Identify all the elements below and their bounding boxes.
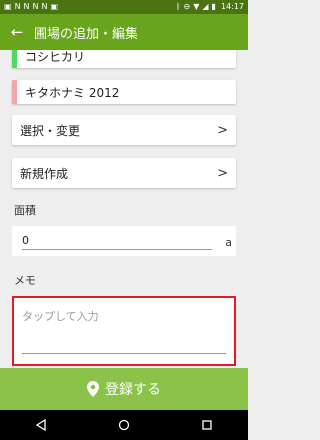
location-pin-icon (87, 381, 99, 397)
notification-icon: ▣ (50, 2, 59, 11)
minus-circle-icon: ⊖ (183, 2, 191, 11)
battery-icon: ▮ (211, 2, 216, 11)
area-unit: a (225, 236, 232, 249)
wifi-icon: ▼ (193, 2, 200, 11)
memo-label: メモ (14, 274, 36, 287)
nav-back-button[interactable] (21, 410, 61, 440)
system-nav-bar (0, 410, 248, 440)
notification-icon: N (32, 2, 39, 11)
notification-icon: N (41, 2, 48, 11)
crop-color-swatch (12, 50, 17, 68)
chevron-right-icon: > (217, 165, 228, 181)
circle-home-icon (118, 419, 130, 431)
nav-home-button[interactable] (104, 410, 144, 440)
memo-field-highlight (12, 296, 236, 366)
register-label: 登録する (105, 382, 161, 398)
page-title: 圃場の追加・編集 (34, 26, 139, 42)
area-input[interactable] (22, 232, 212, 250)
crop-label: キタホナミ 2012 (25, 85, 120, 100)
form-content[interactable]: コシヒカリ キタホナミ 2012 選択・変更 > 新規作成 > 面積 a メモ (0, 50, 248, 368)
square-recents-icon (201, 420, 212, 430)
notification-icon: N (23, 2, 30, 11)
chevron-right-icon: > (217, 122, 228, 138)
signal-icon: ◢ (202, 2, 209, 11)
status-time: 14:17 (220, 2, 244, 11)
memo-input[interactable] (22, 308, 226, 354)
notification-icon: N (14, 2, 21, 11)
area-label: 面積 (14, 204, 36, 217)
notification-icon: ▣ (4, 2, 12, 11)
status-bar: ▣ N N N N ▣ ᛒ ⊖ ▼ ◢ ▮ 14:17 (0, 0, 248, 14)
select-change-button[interactable]: 選択・変更 > (12, 115, 236, 145)
nav-recents-button[interactable] (187, 410, 227, 440)
crop-label: コシヒカリ (25, 50, 86, 64)
crop-item-kitahonami[interactable]: キタホナミ 2012 (12, 80, 236, 104)
crop-item-koshihikari[interactable]: コシヒカリ (12, 50, 236, 68)
triangle-back-icon (36, 419, 46, 431)
register-button[interactable]: 登録する (0, 368, 248, 410)
area-field-container: a (12, 226, 236, 256)
select-change-label: 選択・変更 (20, 123, 81, 138)
bluetooth-icon: ᛒ (175, 2, 181, 11)
create-new-label: 新規作成 (20, 166, 69, 181)
crop-color-swatch (12, 80, 17, 104)
create-new-button[interactable]: 新規作成 > (12, 158, 236, 188)
app-bar: ← 圃場の追加・編集 (0, 14, 248, 50)
back-arrow-icon[interactable]: ← (0, 23, 34, 41)
